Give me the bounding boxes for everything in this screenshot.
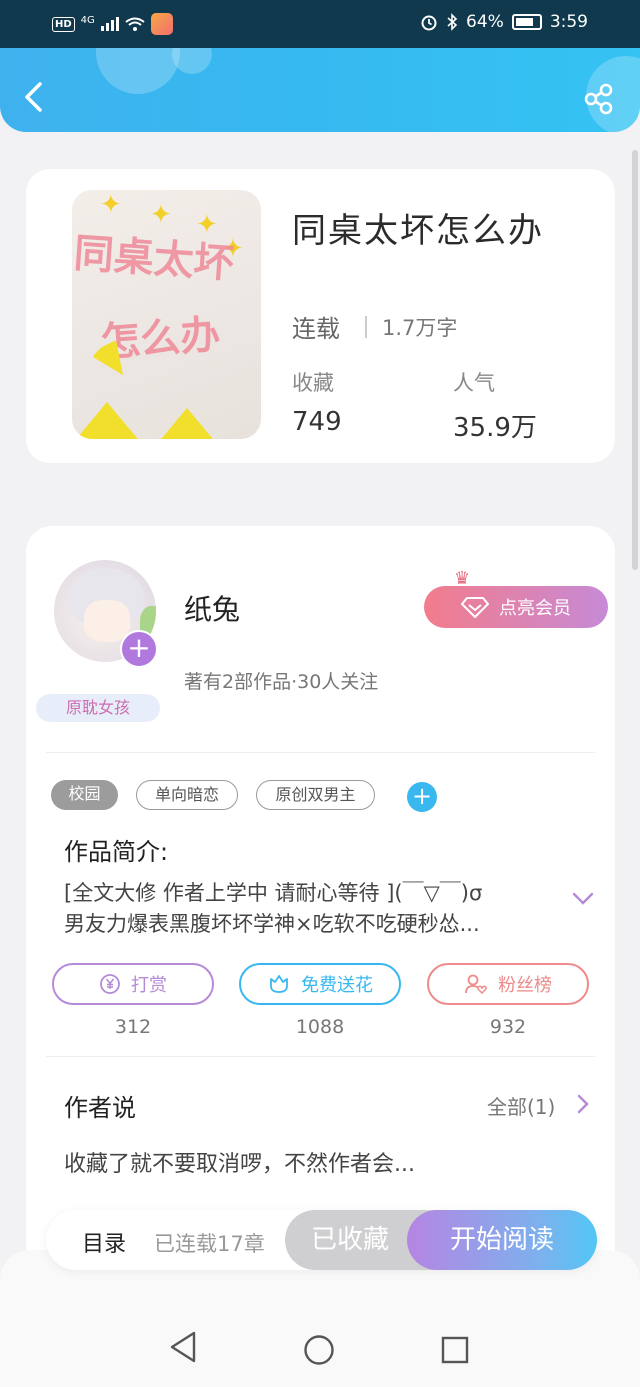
book-info-card: ✦ ✦ ✦ ✦ 同桌太坏 怎么办 同桌太坏怎么办 连载 1.7万字 收藏 749… (26, 169, 615, 463)
author-badge: 原耽女孩 (36, 694, 160, 722)
author-card: + 原耽女孩 纸兔 著有2部作品·30人关注 ♛ 点亮会员 校园 单向暗恋 原创… (26, 526, 615, 1286)
scrollbar[interactable] (632, 150, 638, 570)
battery-icon (511, 14, 542, 30)
toc-button[interactable]: 目录 (82, 1226, 126, 1258)
book-cover[interactable]: ✦ ✦ ✦ ✦ 同桌太坏 怎么办 (72, 190, 261, 439)
popularity-label: 人气 (453, 371, 495, 395)
app-notification-icon (150, 13, 173, 35)
favorites-value: 749 (292, 407, 342, 437)
nav-home-icon[interactable] (303, 1334, 335, 1366)
book-title: 同桌太坏怎么办 (292, 211, 544, 251)
chapters-count[interactable]: 已连载17章 (154, 1228, 265, 1258)
system-nav-area (0, 1250, 640, 1387)
nav-recents-icon[interactable] (441, 1336, 469, 1364)
avatar-face (84, 600, 130, 642)
vip-button[interactable]: 点亮会员 (424, 586, 608, 628)
share-icon[interactable] (582, 82, 616, 116)
nav-back-icon[interactable] (168, 1330, 198, 1364)
author-says-all-link[interactable]: 全部(1) (487, 1091, 555, 1120)
flower-count: 1088 (295, 1016, 345, 1038)
bottom-action-bar: 目录 已连载17章 已收藏 开始阅读 (46, 1210, 597, 1270)
tag-2[interactable]: 单向暗恋 (136, 780, 238, 810)
follow-author-button[interactable]: + (120, 630, 158, 668)
status-bar: HD 4G 64% 3:59 (0, 0, 640, 48)
alarm-icon (421, 15, 437, 31)
divider (46, 1056, 595, 1057)
signal-icon (100, 17, 119, 31)
fan-ranking-button[interactable]: 粉丝榜 (427, 963, 589, 1005)
chevron-down-icon[interactable] (572, 892, 594, 906)
send-flower-label: 免费送花 (301, 975, 373, 996)
clock: 3:59 (549, 12, 588, 32)
lemon-decor (72, 402, 142, 439)
tag-1[interactable]: 校园 (51, 780, 118, 810)
star-decor: ✦ (100, 190, 122, 220)
popularity-value: 35.9万 (453, 413, 537, 443)
add-tag-button[interactable]: + (407, 782, 437, 812)
send-flower-button[interactable]: 免费送花 (239, 963, 401, 1005)
intro-line-2: 男友力爆表黑腹坏坏学神×吃软不吃硬秒怂... (64, 912, 480, 936)
fan-ranking-label: 粉丝榜 (498, 975, 552, 996)
wifi-icon (125, 17, 145, 31)
intro-text[interactable]: [全文大修 作者上学中 请耐心等待 ](￣▽￣)σ 男友力爆表黑腹坏坏学神×吃软… (64, 878, 544, 940)
battery-percent: 64% (466, 12, 504, 32)
author-meta: 著有2部作品·30人关注 (184, 671, 379, 693)
lemon-decor (152, 408, 222, 439)
favorites-label: 收藏 (292, 371, 334, 395)
word-count: 1.7万字 (382, 316, 458, 340)
diamond-icon (461, 597, 489, 618)
yen-coin-icon (100, 974, 120, 994)
tag-3[interactable]: 原创双男主 (256, 780, 375, 810)
back-icon[interactable] (20, 80, 50, 114)
divider (46, 752, 595, 753)
network-label: 4G (80, 14, 95, 26)
serial-status: 连载 (292, 315, 340, 343)
chevron-right-icon[interactable] (576, 1094, 590, 1114)
header: HD 4G 64% 3:59 (0, 0, 640, 132)
tip-button[interactable]: 打赏 (52, 963, 214, 1005)
author-name[interactable]: 纸兔 (184, 588, 240, 628)
tip-label: 打赏 (131, 975, 167, 996)
fan-count: 932 (489, 1016, 527, 1038)
hd-icon: HD (52, 16, 75, 32)
flower-icon (270, 975, 288, 993)
author-says-title: 作者说 (64, 1094, 136, 1122)
bluetooth-icon (447, 13, 458, 31)
intro-line-1: [全文大修 作者上学中 请耐心等待 ](￣▽￣)σ (64, 881, 483, 905)
divider (365, 316, 367, 338)
author-says-text[interactable]: 收藏了就不要取消啰，不然作者会... (64, 1146, 415, 1178)
start-reading-button[interactable]: 开始阅读 (407, 1210, 597, 1270)
tip-count: 312 (114, 1016, 152, 1038)
person-heart-icon (465, 974, 487, 995)
vip-label: 点亮会员 (499, 598, 571, 619)
cover-title-line1: 同桌太坏 (72, 229, 236, 288)
intro-title: 作品简介: (64, 838, 169, 866)
